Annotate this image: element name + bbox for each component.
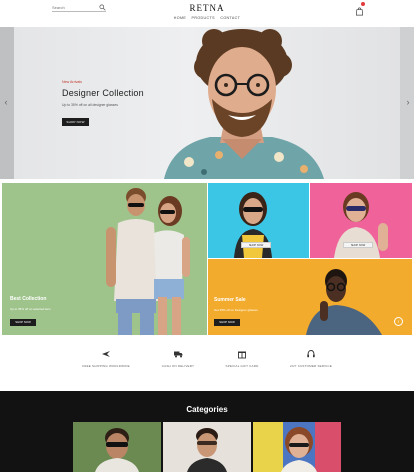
features-bar: FREE SHIPPING WORLDWIDE CASH ON DELIVERY… (0, 345, 414, 385)
hero-shop-now-button[interactable]: SHOP NOW (62, 118, 89, 126)
feature-gift-card: SPECIAL GIFT CARD (207, 349, 277, 368)
feature-cash-on-delivery: CASH ON DELIVERY (143, 349, 213, 368)
category-card[interactable] (73, 422, 161, 472)
hero-next-arrow-icon[interactable]: › (404, 97, 412, 107)
site-header: RETNA HOME PRODUCTS CONTACT (0, 0, 414, 27)
site-logo[interactable]: RETNA (0, 3, 414, 13)
gift-icon (238, 351, 246, 359)
nav-home[interactable]: HOME (174, 16, 186, 20)
category-card[interactable] (163, 422, 251, 472)
best-collection-shop-button[interactable]: SHOP NOW (10, 319, 36, 326)
hero-slider: New Arrivals Designer Collection Up to 3… (0, 27, 414, 179)
nav-products[interactable]: PRODUCTS (192, 16, 215, 20)
summer-sale-subtitle: Get 35% off on Designer glasses (214, 308, 258, 312)
airplane-icon (102, 351, 110, 357)
shopping-bag-icon (355, 7, 364, 16)
cart-button[interactable] (355, 2, 365, 16)
summer-next-arrow-icon[interactable]: › (394, 317, 403, 326)
feature-label: 24/7 CUSTOMER SERVICE (290, 364, 332, 368)
cart-badge (361, 2, 365, 6)
couple-model-image (106, 188, 190, 335)
pink-shop-button[interactable]: SHOP NOW (343, 242, 373, 248)
categories-section: Categories (0, 391, 414, 472)
hero-eyebrow: New Arrivals (62, 80, 82, 84)
nav-contact[interactable]: CONTACT (220, 16, 240, 20)
main-nav: HOME PRODUCTS CONTACT (0, 16, 414, 20)
hero-prev-arrow-icon[interactable]: ‹ (2, 97, 10, 107)
categories-title: Categories (186, 405, 228, 414)
feature-customer-service: 24/7 CUSTOMER SERVICE (276, 349, 346, 368)
best-collection-subtitle: Up to 35% off on selected lens (10, 307, 51, 311)
delivery-truck-icon (174, 351, 183, 358)
banner-cyan[interactable]: SHOP NOW (208, 183, 309, 258)
summer-sale-title: Summer Sale (214, 297, 246, 303)
hero-title: Designer Collection (62, 88, 144, 98)
best-collection-title: Best Collection (10, 296, 47, 302)
feature-label: SPECIAL GIFT CARD (225, 364, 259, 368)
banner-pink[interactable]: SHOP NOW (310, 183, 412, 258)
hero-slide: New Arrivals Designer Collection Up to 3… (14, 27, 400, 179)
cyan-shop-button[interactable]: SHOP NOW (241, 242, 271, 248)
category-image (73, 422, 161, 472)
feature-label: CASH ON DELIVERY (161, 364, 195, 368)
category-image (253, 422, 341, 472)
page: RETNA HOME PRODUCTS CONTACT (0, 0, 414, 472)
category-image (163, 422, 251, 472)
summer-sale-shop-button[interactable]: SHOP NOW (214, 319, 240, 326)
hero-subtitle: Up to 35% off on all designer glasses (62, 103, 118, 107)
headset-icon (307, 350, 315, 358)
category-card[interactable] (253, 422, 341, 472)
feature-label: FREE SHIPPING WORLDWIDE (82, 364, 130, 368)
feature-free-shipping: FREE SHIPPING WORLDWIDE (71, 349, 141, 368)
banner-best-collection[interactable]: Best Collection Up to 35% off on selecte… (2, 183, 207, 335)
banner-summer-sale[interactable]: Summer Sale Get 35% off on Designer glas… (208, 259, 412, 335)
